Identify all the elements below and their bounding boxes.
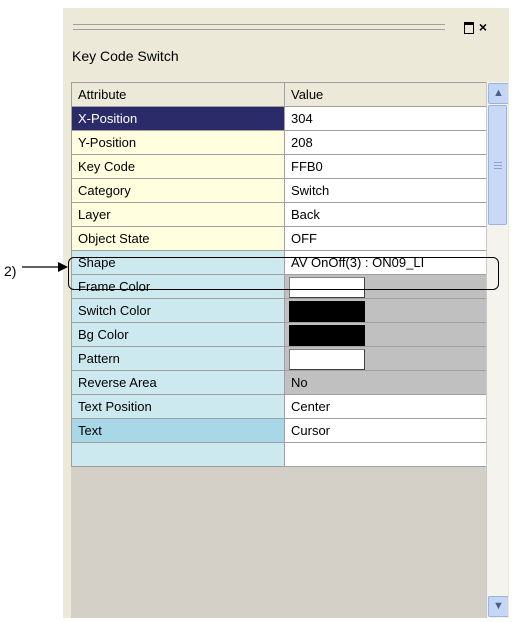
pattern-swatch[interactable] <box>284 346 487 371</box>
attribute-cell[interactable]: Category <box>71 178 285 203</box>
value-column-header[interactable]: Value <box>284 82 487 107</box>
attribute-column-header[interactable]: Attribute <box>71 82 285 107</box>
table-row[interactable]: Text Position Center <box>71 394 487 419</box>
table-row[interactable]: Category Switch <box>71 178 487 203</box>
callout-arrow-icon <box>22 262 68 272</box>
callout-label: 2) <box>4 263 17 279</box>
value-cell[interactable]: FFB0 <box>284 154 487 179</box>
attribute-cell[interactable]: Layer <box>71 202 285 227</box>
table-row[interactable]: Reverse Area No <box>71 370 487 395</box>
panel-title: Key Code Switch <box>72 48 179 64</box>
table-row[interactable]: Layer Back <box>71 202 487 227</box>
table-row[interactable]: X-Position 304 <box>71 106 487 131</box>
value-cell[interactable]: Switch <box>284 178 487 203</box>
panel-grip[interactable] <box>73 29 445 30</box>
attribute-cell[interactable]: Y-Position <box>71 130 285 155</box>
attribute-cell[interactable]: Reverse Area <box>71 370 285 395</box>
scroll-up-arrow-icon[interactable]: ▲ <box>488 83 508 104</box>
attribute-cell[interactable]: Object State <box>71 226 285 251</box>
value-cell[interactable]: No <box>284 370 487 395</box>
table-row[interactable]: Pattern <box>71 346 487 371</box>
panel-grip[interactable] <box>73 24 445 25</box>
table-row[interactable]: Object State OFF <box>71 226 487 251</box>
attribute-cell[interactable]: Text <box>71 418 285 443</box>
value-cell[interactable]: Cursor <box>284 418 487 443</box>
table-row[interactable]: Y-Position 208 <box>71 130 487 155</box>
table-row <box>71 442 487 467</box>
value-cell[interactable]: 208 <box>284 130 487 155</box>
bg-color-swatch[interactable] <box>284 322 487 347</box>
vertical-scrollbar[interactable]: ▲ ▼ <box>486 82 508 618</box>
restore-icon[interactable] <box>463 21 475 34</box>
switch-color-swatch[interactable] <box>284 298 487 323</box>
table-row[interactable]: Key Code FFB0 <box>71 154 487 179</box>
value-cell[interactable] <box>284 442 487 467</box>
attribute-cell[interactable]: X-Position <box>71 106 285 131</box>
value-cell[interactable]: OFF <box>284 226 487 251</box>
property-grid: Attribute Value X-Position 304 Y-Positio… <box>71 82 508 618</box>
attribute-cell[interactable]: Text Position <box>71 394 285 419</box>
close-icon[interactable]: × <box>477 20 489 34</box>
attribute-cell[interactable]: Bg Color <box>71 322 285 347</box>
scrollbar-thumb[interactable] <box>488 105 507 225</box>
value-cell[interactable]: 304 <box>284 106 487 131</box>
value-cell[interactable]: Center <box>284 394 487 419</box>
attribute-cell[interactable] <box>71 442 285 467</box>
scroll-down-arrow-icon[interactable]: ▼ <box>488 596 508 617</box>
header-row: Attribute Value <box>71 82 487 107</box>
attribute-cell[interactable]: Switch Color <box>71 298 285 323</box>
table-row[interactable]: Text Cursor <box>71 418 487 443</box>
table-row[interactable]: Bg Color <box>71 322 487 347</box>
attribute-cell[interactable]: Pattern <box>71 346 285 371</box>
table-row[interactable]: Switch Color <box>71 298 487 323</box>
attribute-cell[interactable]: Key Code <box>71 154 285 179</box>
callout-highlight-box <box>68 257 499 290</box>
value-cell[interactable]: Back <box>284 202 487 227</box>
